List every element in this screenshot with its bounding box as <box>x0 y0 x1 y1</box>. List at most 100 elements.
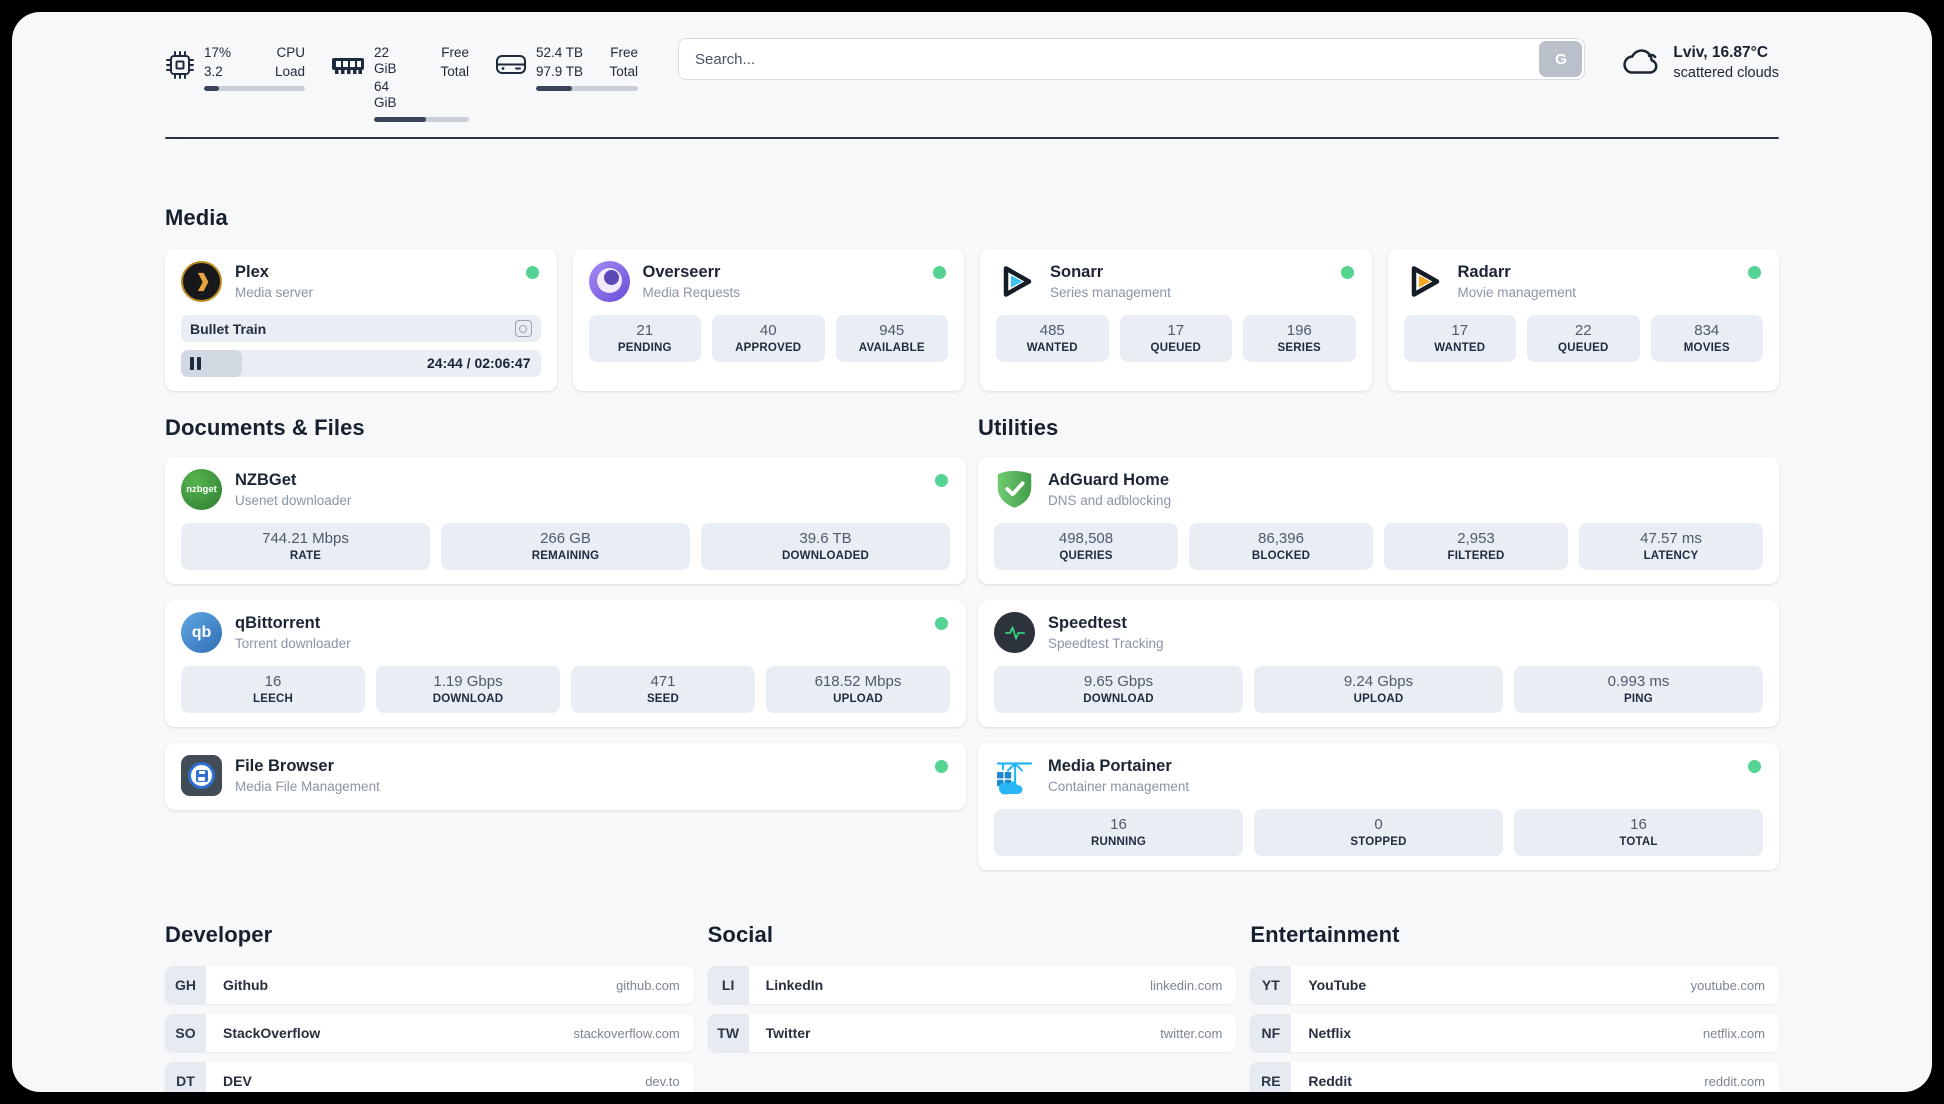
section-title-social: Social <box>707 922 774 948</box>
now-playing-title: Bullet Train <box>190 320 267 337</box>
app-subtitle: Media File Management <box>235 779 380 795</box>
weather-condition: scattered clouds <box>1673 65 1779 81</box>
pause-icon[interactable] <box>190 357 201 371</box>
card-sonarr[interactable]: Sonarr Series management 485 WANTED 17 Q… <box>980 249 1372 392</box>
stat-label: STOPPED <box>1350 836 1407 849</box>
disk-progress-bar <box>536 86 638 92</box>
bookmark-url: netflix.com <box>1702 1025 1765 1041</box>
stat-value: 945 <box>879 322 905 340</box>
bookmark-url: dev.to <box>645 1073 680 1089</box>
stat-remaining: 266 GB REMAINING <box>441 523 690 571</box>
stat-label: UPLOAD <box>1353 693 1404 706</box>
bookmark-url: twitter.com <box>1160 1025 1223 1041</box>
app-subtitle: Media Requests <box>642 285 741 301</box>
plex-icon <box>181 261 222 303</box>
card-qbittorrent[interactable]: qb qBittorrent Torrent downloader 16 LEE… <box>165 600 966 728</box>
bookmark-url: github.com <box>616 977 680 993</box>
stat-label: QUEUED <box>1150 342 1201 355</box>
bookmark-abbr: DT <box>165 1062 206 1092</box>
app-title: Radarr <box>1457 262 1511 281</box>
app-title: qBittorrent <box>235 613 321 632</box>
stat-rate: 744.21 Mbps RATE <box>181 523 430 571</box>
bookmark-github[interactable]: GH Github github.com <box>165 966 694 1005</box>
section-media: Media Plex Media server Bullet Train 24:… <box>165 205 1779 392</box>
status-dot <box>935 617 948 631</box>
stat-running: 16 RUNNING <box>994 809 1243 857</box>
bookmarks-entertainment: Entertainment YT YouTube youtube.com NF … <box>1250 922 1779 1092</box>
card-portainer[interactable]: Media Portainer Container management 16 … <box>978 743 1779 871</box>
stat-label: RUNNING <box>1090 836 1147 849</box>
bookmark-stackoverflow[interactable]: SO StackOverflow stackoverflow.com <box>165 1014 694 1053</box>
stat-value: 744.21 Mbps <box>262 530 349 548</box>
bookmark-name: YouTube <box>1308 977 1367 994</box>
memory-progress-bar <box>374 117 469 123</box>
system-stats: 17% 3.2 CPU Load 22 GiB 64 GiB Free Tota… <box>165 45 638 123</box>
bookmark-abbr: GH <box>165 966 206 1005</box>
cpu-icon <box>166 51 194 79</box>
card-overseerr[interactable]: Overseerr Media Requests 21 PENDING 40 A… <box>572 249 964 392</box>
stat-queued: 17 QUEUED <box>1119 315 1232 363</box>
stat-value: 0.993 ms <box>1607 673 1670 691</box>
stat-label: SERIES <box>1277 342 1321 355</box>
card-filebrowser[interactable]: File Browser Media File Management <box>165 743 966 811</box>
bookmark-youtube[interactable]: YT YouTube youtube.com <box>1250 966 1779 1005</box>
app-subtitle: Media server <box>235 285 314 301</box>
session-user-icon <box>514 320 532 338</box>
bookmark-abbr: LI <box>707 966 749 1005</box>
stat-label: QUERIES <box>1059 550 1113 563</box>
bookmark-linkedin[interactable]: LI LinkedIn linkedin.com <box>707 966 1237 1005</box>
stat-value: 9.24 Gbps <box>1343 673 1414 691</box>
stat-label: DOWNLOADED <box>782 550 869 563</box>
stat-value: 21 <box>636 322 654 340</box>
bookmark-twitter[interactable]: TW Twitter twitter.com <box>707 1014 1237 1053</box>
status-dot <box>1340 266 1354 280</box>
app-subtitle: Speedtest Tracking <box>1048 636 1164 652</box>
stat-value: 1.19 Gbps <box>433 673 503 691</box>
app-subtitle: DNS and adblocking <box>1048 493 1172 509</box>
stat-value: 9.65 Gbps <box>1083 673 1154 691</box>
app-title: Speedtest <box>1048 613 1127 632</box>
memory-total-label: Total <box>440 63 469 79</box>
status-dot <box>935 474 948 488</box>
portainer-icon <box>994 755 1035 796</box>
top-bar: 17% 3.2 CPU Load 22 GiB 64 GiB Free Tota… <box>165 38 1779 123</box>
stat-filtered: 2,953 FILTERED <box>1384 523 1568 571</box>
stat-label: WANTED <box>1434 342 1486 355</box>
bookmark-reddit[interactable]: RE Reddit reddit.com <box>1250 1062 1779 1092</box>
speedtest-icon <box>994 612 1035 654</box>
dashboard-panel: 17% 3.2 CPU Load 22 GiB 64 GiB Free Tota… <box>12 12 1932 1092</box>
weather-widget[interactable]: Lviv, 16.87°C scattered clouds <box>1619 44 1779 81</box>
disk-stat: 52.4 TB 97.9 TB Free Total <box>495 45 638 122</box>
stat-series: 196 SERIES <box>1243 315 1356 363</box>
stat-label: MOVIES <box>1683 342 1730 355</box>
search-engine-button[interactable]: G <box>1539 41 1583 77</box>
section-utilities: Utilities AdGuard Home DNS and adblockin… <box>978 415 1779 871</box>
bookmark-dev[interactable]: DT DEV dev.to <box>165 1062 694 1092</box>
search-input[interactable] <box>678 38 1586 80</box>
card-plex[interactable]: Plex Media server Bullet Train 24:44 / 0… <box>165 249 557 392</box>
cpu-progress-fill <box>204 86 220 92</box>
stat-ping: 0.993 ms PING <box>1514 666 1763 714</box>
bookmark-name: DEV <box>223 1073 252 1090</box>
search-bar: G <box>678 38 1586 80</box>
bookmark-name: LinkedIn <box>765 977 824 994</box>
filebrowser-icon <box>181 755 222 797</box>
stat-value: 86,396 <box>1258 530 1304 548</box>
section-title-documents: Documents & Files <box>165 415 365 441</box>
card-radarr[interactable]: Radarr Movie management 17 WANTED 22 QUE… <box>1387 249 1779 392</box>
sonarr-icon <box>996 261 1037 302</box>
bookmark-name: Github <box>223 977 269 994</box>
qbittorrent-icon: qb <box>181 612 222 654</box>
stat-label: AVAILABLE <box>858 342 925 355</box>
stat-download: 9.65 Gbps DOWNLOAD <box>994 666 1243 714</box>
stat-upload: 9.24 Gbps UPLOAD <box>1254 666 1503 714</box>
card-adguard[interactable]: AdGuard Home DNS and adblocking 498,508 … <box>978 457 1779 585</box>
status-dot <box>933 266 946 280</box>
card-speedtest[interactable]: Speedtest Speedtest Tracking 9.65 Gbps D… <box>978 600 1779 728</box>
playback-progress-bar: 24:44 / 02:06:47 <box>181 350 541 378</box>
card-nzbget[interactable]: nzbget NZBGet Usenet downloader 744.21 M… <box>165 457 966 585</box>
bookmark-name: Twitter <box>765 1025 811 1042</box>
section-title-media: Media <box>165 205 228 231</box>
bookmark-netflix[interactable]: NF Netflix netflix.com <box>1250 1014 1779 1053</box>
stat-value: 16 <box>264 673 282 691</box>
